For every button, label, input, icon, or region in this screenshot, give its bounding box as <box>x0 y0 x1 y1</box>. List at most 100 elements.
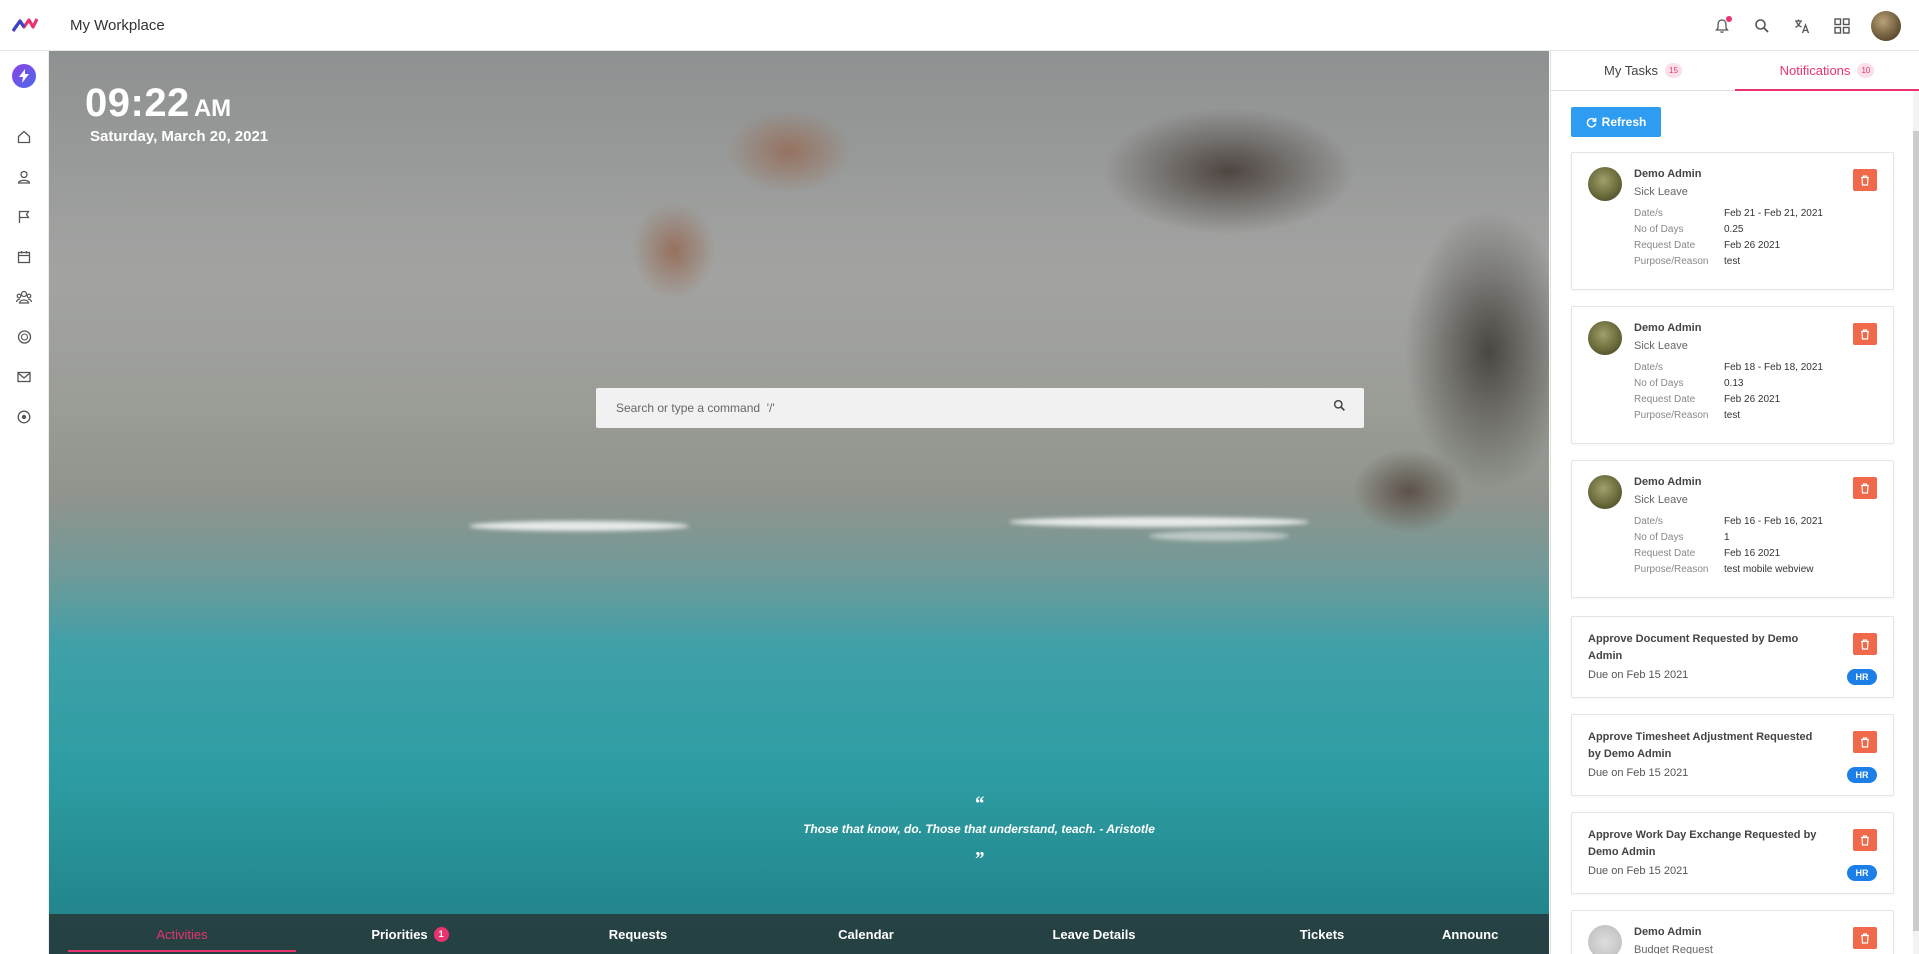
user-avatar[interactable] <box>1871 10 1901 41</box>
field-value: Feb 18 - Feb 18, 2021 <box>1724 362 1823 373</box>
requester-name: Demo Admin <box>1634 322 1702 334</box>
tab-label: Activities <box>156 926 208 942</box>
delete-button[interactable] <box>1853 829 1877 851</box>
command-search-bar <box>596 388 1364 428</box>
tab-calendar[interactable]: Calendar <box>752 914 980 954</box>
hr-badge: HR <box>1847 669 1877 685</box>
requester-name: Demo Admin <box>1634 476 1702 488</box>
delete-button[interactable] <box>1853 927 1877 949</box>
task-title: Approve Document Requested by Demo Admin <box>1588 633 1799 662</box>
tab-priorities[interactable]: Priorities 1 <box>296 914 524 954</box>
notification-bell-icon[interactable] <box>1711 15 1733 37</box>
tab-activities[interactable]: Activities <box>68 914 296 954</box>
payroll-icon[interactable] <box>14 327 34 347</box>
search-icon[interactable] <box>1751 15 1773 37</box>
task-due-date: Due on Feb 15 2021 <box>1588 865 1689 877</box>
tab-notifications[interactable]: Notifications 10 <box>1735 51 1919 91</box>
delete-button[interactable] <box>1853 323 1877 345</box>
tab-my-tasks[interactable]: My Tasks 15 <box>1551 51 1735 90</box>
right-panel: My Tasks 15 Notifications 10 Refresh Demo … <box>1550 51 1919 954</box>
field-label: Request Date <box>1634 394 1696 405</box>
translate-icon[interactable] <box>1791 15 1813 37</box>
apps-grid-icon[interactable] <box>1831 15 1853 37</box>
tab-label: Notifications <box>1779 63 1851 78</box>
trash-icon <box>1861 328 1869 340</box>
field-label: No of Days <box>1634 378 1684 389</box>
tab-requests[interactable]: Requests <box>524 914 752 954</box>
tab-label: My Tasks <box>1604 63 1658 78</box>
hero-background: 09:22AM Saturday, March 20, 2021 “ Those… <box>49 51 1549 954</box>
scrollbar-thumb[interactable] <box>1913 131 1919 931</box>
bottom-tab-bar: Activities Priorities 1 Requests Calendar… <box>49 914 1549 954</box>
budget-request-card[interactable]: Demo Admin Budget Request <box>1571 910 1894 954</box>
refresh-button[interactable]: Refresh <box>1571 107 1661 137</box>
leave-type: Sick Leave <box>1634 494 1688 506</box>
leave-request-card[interactable]: Demo Admin Sick Leave Date/s Feb 21 - Feb… <box>1571 152 1894 290</box>
wave-foam <box>469 521 689 531</box>
clock-date: Saturday, March 20, 2021 <box>90 128 269 145</box>
command-search-input[interactable] <box>616 401 1333 415</box>
quick-actions-bolt-icon[interactable] <box>12 64 36 88</box>
trash-icon <box>1861 736 1869 748</box>
tab-tickets[interactable]: Tickets <box>1208 914 1436 954</box>
top-bar: My Workplace <box>0 0 1919 51</box>
search-icon[interactable] <box>1333 399 1346 417</box>
requester-name: Demo Admin <box>1634 926 1702 938</box>
count-badge: 10 <box>1857 63 1875 78</box>
field-label: Date/s <box>1634 362 1663 373</box>
clock-time: 09:22 <box>85 81 190 125</box>
field-value: 1 <box>1724 532 1730 543</box>
task-card[interactable]: Approve Document Requested by Demo Admin… <box>1571 616 1894 698</box>
delete-button[interactable] <box>1853 477 1877 499</box>
task-card[interactable]: Approve Work Day Exchange Requested by D… <box>1571 812 1894 894</box>
field-value: test <box>1724 410 1741 421</box>
target-icon[interactable] <box>14 407 34 427</box>
leave-request-card[interactable]: Demo Admin Sick Leave Date/s Feb 18 - Feb… <box>1571 306 1894 444</box>
delete-button[interactable] <box>1853 731 1877 753</box>
field-value: test mobile webview <box>1724 564 1814 575</box>
app-logo[interactable] <box>0 0 50 51</box>
quote-widget: “ Those that know, do. Those that unders… <box>449 793 1509 871</box>
requester-name: Demo Admin <box>1634 168 1702 180</box>
task-card[interactable]: Approve Timesheet Adjustment Requested b… <box>1571 714 1894 796</box>
task-title: Approve Work Day Exchange Requested by D… <box>1588 829 1817 858</box>
team-icon[interactable] <box>14 287 34 307</box>
avatar <box>1588 167 1622 201</box>
field-label: No of Days <box>1634 224 1684 235</box>
user-icon[interactable] <box>14 167 34 187</box>
panel-scrollbar[interactable] <box>1913 91 1919 954</box>
tab-leave-details[interactable]: Leave Details <box>980 914 1208 954</box>
wave-foam <box>1009 517 1309 527</box>
avatar <box>1588 321 1622 355</box>
task-due-date: Due on Feb 15 2021 <box>1588 669 1689 681</box>
delete-button[interactable] <box>1853 633 1877 655</box>
mail-icon[interactable] <box>14 367 34 387</box>
home-icon[interactable] <box>14 127 34 147</box>
delete-button[interactable] <box>1853 169 1877 191</box>
task-title: Approve Timesheet Adjustment Requested b… <box>1588 731 1813 760</box>
field-label: Date/s <box>1634 516 1663 527</box>
flag-icon[interactable] <box>14 207 34 227</box>
priorities-count-badge: 1 <box>433 926 449 942</box>
calendar-icon[interactable] <box>14 247 34 267</box>
refresh-icon <box>1586 117 1597 127</box>
field-value: Feb 26 2021 <box>1724 394 1781 405</box>
field-value: 0.13 <box>1724 378 1744 389</box>
wave-foam <box>1149 531 1289 541</box>
field-label: Date/s <box>1634 208 1663 219</box>
field-value: Feb 26 2021 <box>1724 240 1781 251</box>
field-value: Feb 21 - Feb 21, 2021 <box>1724 208 1823 219</box>
field-label: Purpose/Reason <box>1634 564 1709 575</box>
clock-widget: 09:22 AM Saturday, March 20, 2021 <box>85 81 268 145</box>
field-value: Feb 16 - Feb 16, 2021 <box>1724 516 1823 527</box>
trash-icon <box>1861 174 1869 186</box>
count-badge: 15 <box>1664 63 1682 78</box>
leave-type: Sick Leave <box>1634 186 1688 198</box>
trash-icon <box>1861 638 1869 650</box>
quote-text: Those that know, do. Those that understa… <box>803 822 1155 836</box>
avatar <box>1588 925 1622 954</box>
leave-request-card[interactable]: Demo Admin Sick Leave Date/s Feb 16 - Feb… <box>1571 460 1894 598</box>
field-value: test <box>1724 256 1741 267</box>
trash-icon <box>1861 932 1869 944</box>
tab-announcements[interactable]: Announc <box>1436 914 1508 954</box>
